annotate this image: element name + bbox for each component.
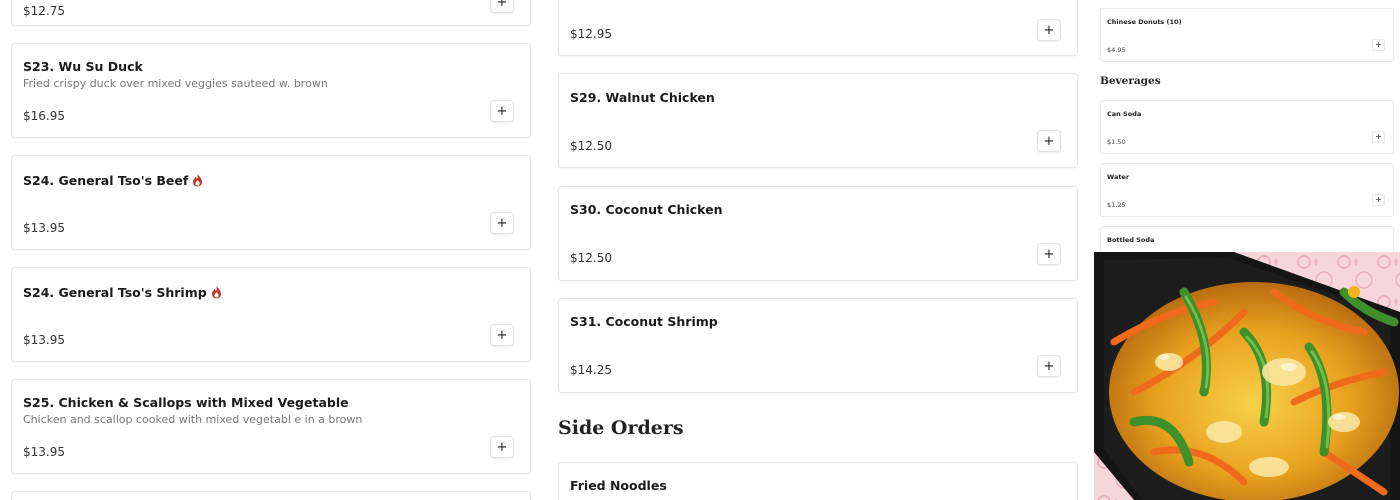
add-to-cart-button[interactable]: + xyxy=(490,100,514,122)
item-name: S25. Chicken & Scallops with Mixed Veget… xyxy=(23,395,349,410)
food-photo xyxy=(1094,252,1400,500)
menu-item-card[interactable]: S29. Walnut Chicken $12.50 + xyxy=(558,73,1078,168)
add-to-cart-button[interactable]: + xyxy=(1037,130,1061,152)
menu-item-card[interactable]: S31. Coconut Shrimp $14.25 + xyxy=(558,298,1078,393)
flame-icon xyxy=(193,173,203,187)
menu-item-card[interactable]: S24. General Tso's Shrimp $13.95 + xyxy=(11,267,531,362)
add-to-cart-button[interactable]: + xyxy=(490,0,514,13)
add-to-cart-button[interactable]: + xyxy=(490,324,514,346)
item-name: Can Soda xyxy=(1107,110,1142,118)
section-title-beverages: Beverages xyxy=(1100,75,1161,87)
item-name: S31. Coconut Shrimp xyxy=(570,314,718,329)
item-price: $12.50 xyxy=(570,251,612,265)
item-name: Water xyxy=(1107,173,1130,181)
menu-item-card[interactable]: S25. Chicken & Scallops with Mixed Veget… xyxy=(11,379,531,474)
item-name: S30. Coconut Chicken xyxy=(570,202,723,217)
add-to-cart-button[interactable]: + xyxy=(1372,131,1385,143)
item-name: Chinese Donuts (10) xyxy=(1107,18,1182,26)
item-name: Fried Noodles xyxy=(570,478,667,493)
item-price: $13.95 xyxy=(23,221,65,235)
item-price: $14.25 xyxy=(570,363,612,377)
add-to-cart-button[interactable]: + xyxy=(1037,243,1061,265)
item-price: $12.95 xyxy=(570,27,612,41)
add-to-cart-button[interactable]: + xyxy=(490,212,514,234)
menu-item-card-small[interactable]: Chinese Donuts (10) $4.95 + xyxy=(1100,8,1394,62)
add-to-cart-button[interactable]: + xyxy=(1037,19,1061,41)
add-to-cart-button[interactable]: + xyxy=(1372,39,1385,51)
item-description: Chicken and scallop cooked with mixed ve… xyxy=(23,413,363,426)
menu-item-card[interactable]: S24. General Tso's Beef $13.95 + xyxy=(11,155,531,250)
menu-item-card-partial[interactable]: $12.95 + xyxy=(558,0,1078,56)
item-name: S24. General Tso's Beef xyxy=(23,173,189,188)
item-price: $13.95 xyxy=(23,333,65,347)
item-price: $16.95 xyxy=(23,109,65,123)
menu-item-card-partial[interactable] xyxy=(11,491,531,500)
item-name-row: S24. General Tso's Beef xyxy=(23,173,203,188)
item-price: $4.95 xyxy=(1107,46,1126,54)
flame-icon xyxy=(211,285,221,299)
add-to-cart-button[interactable]: + xyxy=(1037,355,1061,377)
item-name: Bottled Soda xyxy=(1107,236,1155,244)
item-price: $1.25 xyxy=(1107,201,1126,209)
menu-item-card[interactable]: S23. Wu Su Duck Fried crispy duck over m… xyxy=(11,43,531,138)
item-name: S29. Walnut Chicken xyxy=(570,90,715,105)
menu-item-card[interactable]: Fried Noodles xyxy=(558,462,1078,500)
item-name-row: S24. General Tso's Shrimp xyxy=(23,285,222,300)
food-photo-image xyxy=(1094,252,1400,500)
item-name: S24. General Tso's Shrimp xyxy=(23,285,207,300)
item-price: $12.75 xyxy=(23,4,65,18)
item-price: $13.95 xyxy=(23,445,65,459)
menu-item-card-small[interactable]: Water $1.25 + xyxy=(1100,163,1394,217)
add-to-cart-button[interactable]: + xyxy=(1372,194,1385,206)
menu-item-card-small[interactable]: Can Soda $1.50 + xyxy=(1100,100,1394,154)
add-to-cart-button[interactable]: + xyxy=(490,436,514,458)
item-name: S23. Wu Su Duck xyxy=(23,59,143,74)
item-price: $1.50 xyxy=(1107,138,1126,146)
item-price: $12.50 xyxy=(570,139,612,153)
menu-item-card-partial[interactable]: $12.75 + xyxy=(11,0,531,26)
menu-item-card[interactable]: S30. Coconut Chicken $12.50 + xyxy=(558,186,1078,281)
item-description: Fried crispy duck over mixed veggies sau… xyxy=(23,77,328,90)
section-title-side-orders: Side Orders xyxy=(558,417,684,439)
